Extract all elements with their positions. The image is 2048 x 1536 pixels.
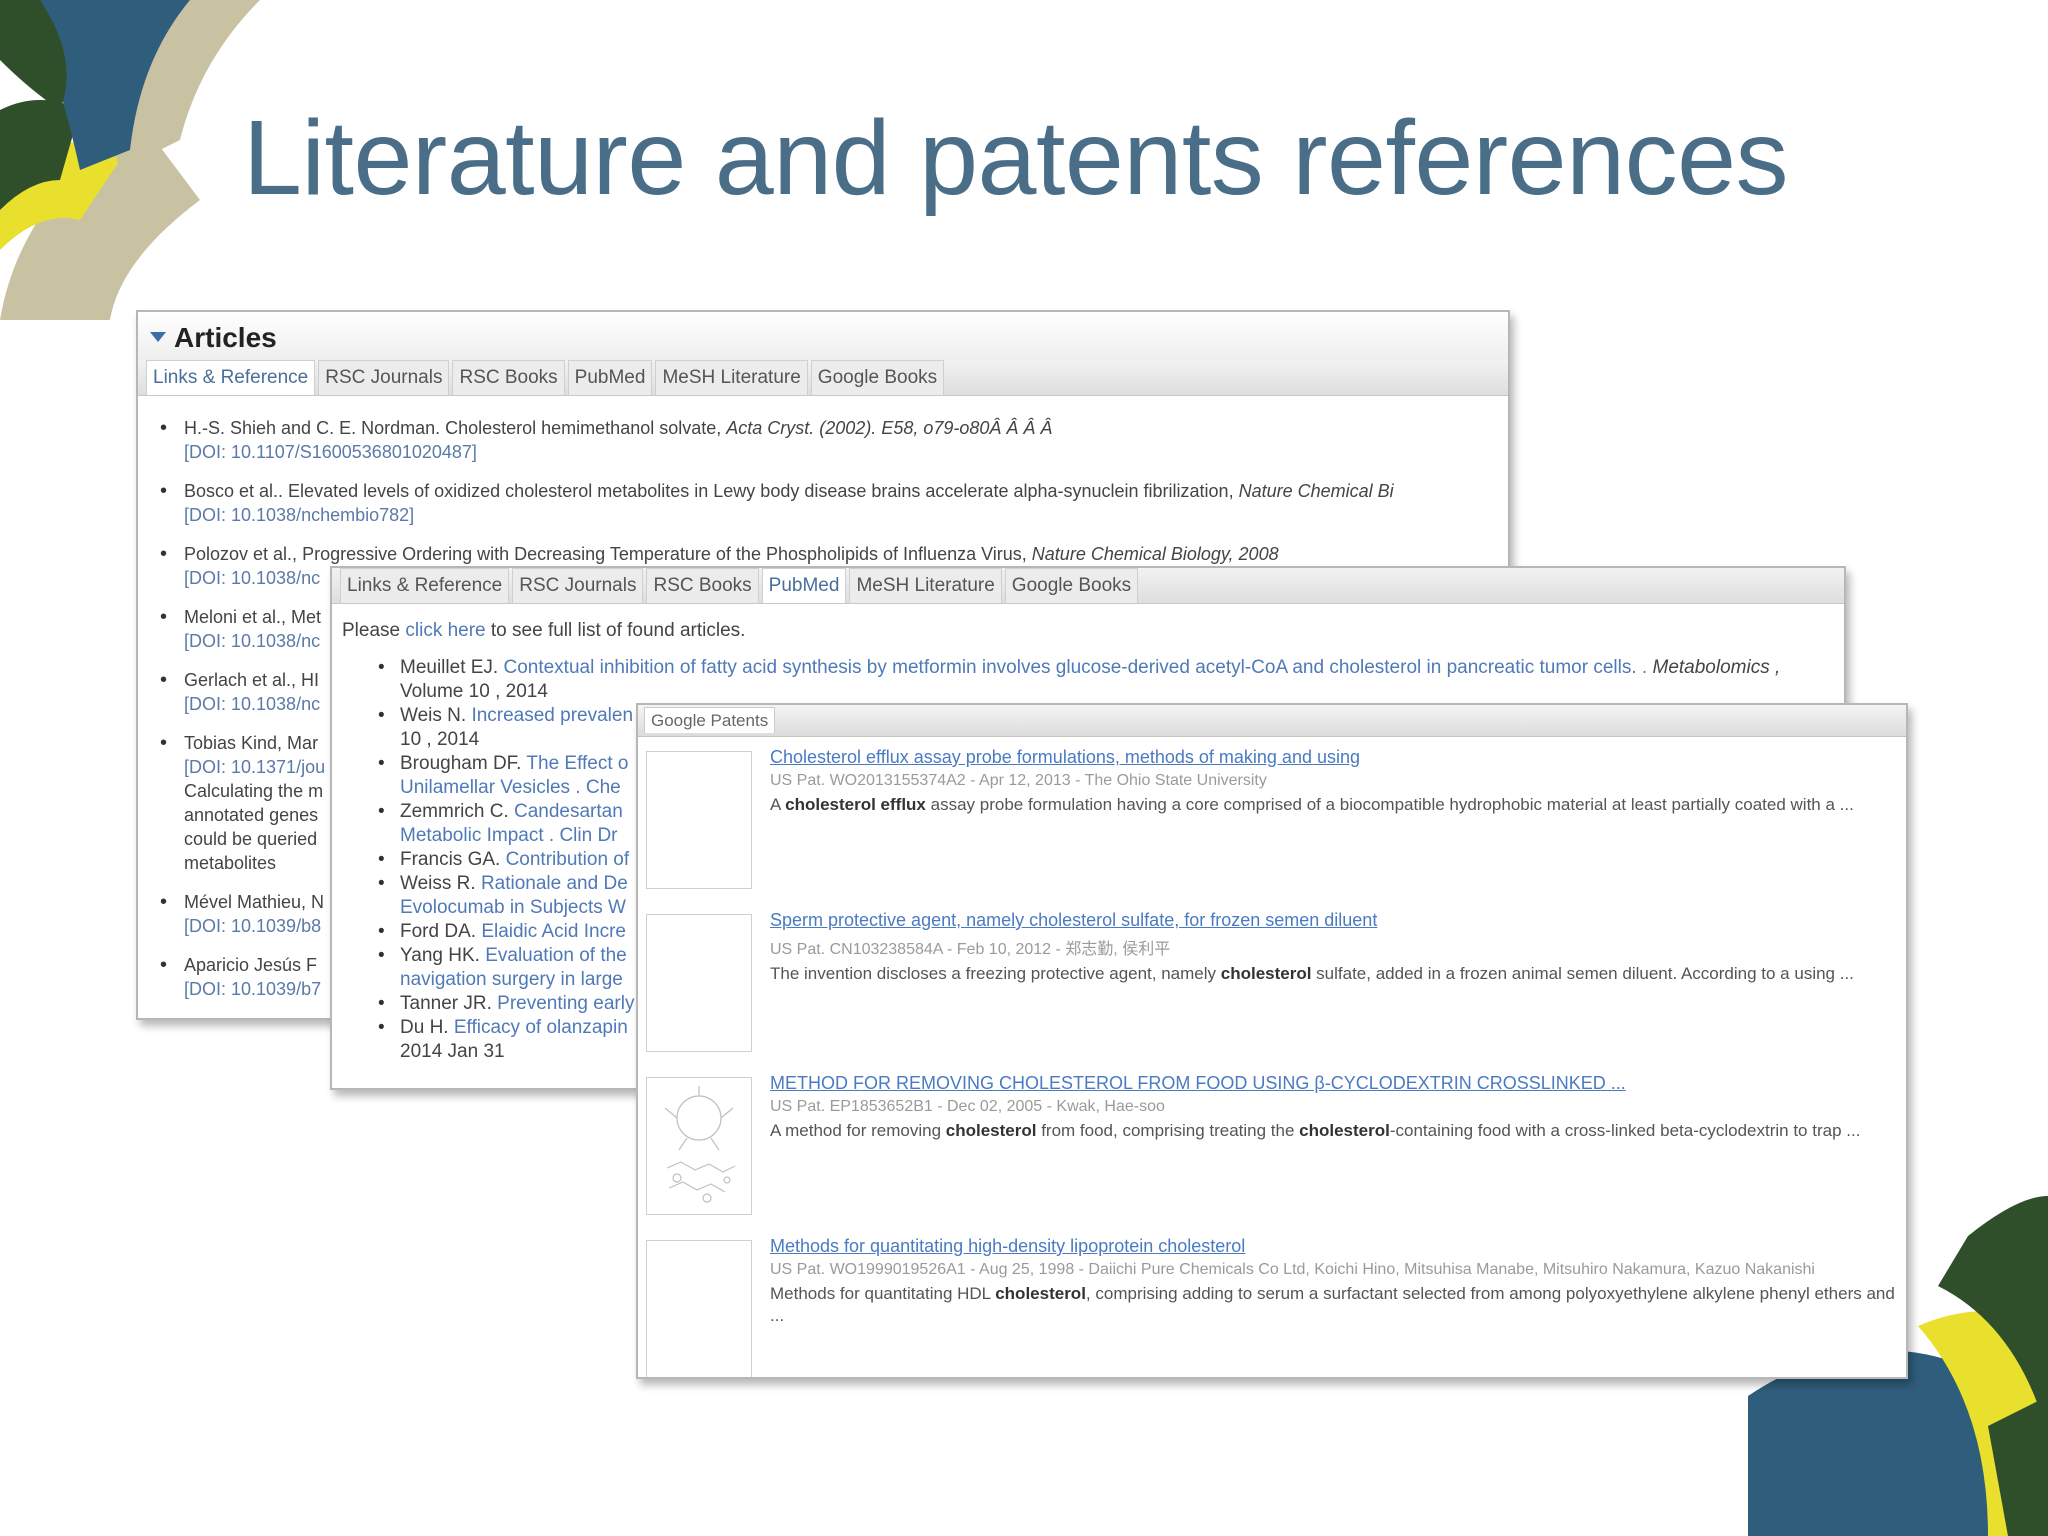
pm-title-link[interactable]: Increased prevalen <box>471 705 633 726</box>
snippet-text: The invention discloses a freezing prote… <box>770 964 1221 983</box>
pm-title-link[interactable]: Preventing early <box>497 993 634 1014</box>
snippet-text: A <box>770 795 786 814</box>
patent-result: Cholesterol efflux assay probe formulati… <box>638 737 1906 900</box>
patents-panel: Google Patents Cholesterol efflux assay … <box>636 703 1908 1379</box>
pm-title-link[interactable]: Elaidic Acid Incre <box>481 921 626 942</box>
patent-thumbnail[interactable] <box>646 751 752 889</box>
patent-snippet: A cholesterol efflux assay probe formula… <box>770 794 1898 816</box>
ref-journal: Nature Chemical Bi <box>1238 481 1394 501</box>
tab-pubmed[interactable]: PubMed <box>761 568 847 603</box>
ref-text: Polozov et al., Progressive Ordering wit… <box>184 544 1032 564</box>
tab-links-reference[interactable]: Links & Reference <box>146 360 316 395</box>
ref-text: Meloni et al., Met <box>184 607 322 627</box>
list-item: Bosco et al.. Elevated levels of oxidize… <box>160 479 1508 527</box>
ref-text: H.-S. Shieh and C. E. Nordman. Cholester… <box>184 418 727 438</box>
pubmed-notice: Please click here to see full list of fo… <box>332 604 1844 656</box>
doi-link[interactable]: [DOI: 10.1107/S1600536801020487] <box>184 440 1508 464</box>
snippet-text: assay probe formulation having a core co… <box>925 795 1854 814</box>
pm-journal: Metabolomics , <box>1647 657 1781 678</box>
tab-rsc-journals[interactable]: RSC Journals <box>512 568 644 603</box>
patent-result: Methods for quantitating high-density li… <box>638 1226 1906 1377</box>
articles-header-label: Articles <box>174 322 277 353</box>
pm-author: Francis GA. <box>400 849 506 870</box>
tab-mesh-literature[interactable]: MeSH Literature <box>849 568 1002 603</box>
patent-result: METHOD FOR REMOVING CHOLESTEROL FROM FOO… <box>638 1063 1906 1226</box>
slide-title: Literature and patents references <box>243 99 1789 217</box>
doi-link[interactable]: [DOI: 10.1038/nchembio782] <box>184 503 1508 527</box>
pm-title-link[interactable]: Rationale and De <box>481 873 628 894</box>
snippet-highlight: cholesterol efflux <box>785 795 926 814</box>
snippet-text: sulfate, added in a frozen animal semen … <box>1311 964 1854 983</box>
ref-journal: Acta Cryst. (2002). E58, o79-o80Â Â Â Â <box>726 418 1053 438</box>
list-item: H.-S. Shieh and C. E. Nordman. Cholester… <box>160 416 1508 464</box>
tab-google-books[interactable]: Google Books <box>810 360 945 395</box>
patent-meta: US Pat. WO1999019526A1 - Aug 25, 1998 - … <box>770 1261 1815 1278</box>
notice-text: to see full list of found articles. <box>485 620 746 641</box>
pm-cont: Volume 10 , 2014 <box>400 681 548 702</box>
articles-tabbar: Links & Reference RSC Journals RSC Books… <box>138 360 1508 396</box>
patent-title-link[interactable]: Methods for quantitating high-density li… <box>770 1236 1898 1257</box>
tab-rsc-books[interactable]: RSC Books <box>452 360 565 395</box>
snippet-highlight: cholesterol <box>945 1121 1037 1140</box>
snippet-text: -containing food with a cross-linked bet… <box>1389 1121 1861 1140</box>
pm-title-link[interactable]: Evaluation of the <box>485 945 627 966</box>
ref-journal: Nature Chemical Biology, 2008 <box>1031 544 1279 564</box>
patent-meta: US Pat. EP1853652B1 - Dec 02, 2005 - Kwa… <box>770 1098 1165 1115</box>
tab-links-reference[interactable]: Links & Reference <box>340 568 510 603</box>
click-here-link[interactable]: click here <box>405 620 485 641</box>
pm-author: Zemmrich C. <box>400 801 514 822</box>
pm-title-link[interactable]: Efficacy of olanzapin <box>454 1017 628 1038</box>
pm-author: Tanner JR. <box>400 993 498 1014</box>
patent-snippet: The invention discloses a freezing prote… <box>770 963 1898 985</box>
notice-text: Please <box>342 620 406 641</box>
patent-snippet: A method for removing cholesterol from f… <box>770 1120 1898 1142</box>
tab-mesh-literature[interactable]: MeSH Literature <box>655 360 808 395</box>
pm-title-link[interactable]: The Effect o <box>526 753 628 774</box>
pubmed-tabbar: Links & Reference RSC Journals RSC Books… <box>332 568 1844 604</box>
patent-thumbnail[interactable] <box>646 914 752 1052</box>
patent-thumbnail[interactable] <box>646 1077 752 1215</box>
tab-google-books[interactable]: Google Books <box>1004 568 1139 603</box>
ref-text: Mével Mathieu, N <box>184 892 325 912</box>
ref-text: Bosco et al.. Elevated levels of oxidize… <box>184 481 1239 501</box>
snippet-text: from food, comprising treating the <box>1036 1121 1300 1140</box>
pm-title-link[interactable]: Contribution of <box>506 849 630 870</box>
snippet-highlight: cholesterol <box>1220 964 1312 983</box>
snippet-highlight: cholesterol <box>995 1284 1086 1303</box>
patent-snippet: Methods for quantitating HDL cholesterol… <box>770 1283 1898 1327</box>
ref-text: Gerlach et al., HI <box>184 670 320 690</box>
patent-title-link[interactable]: Cholesterol efflux assay probe formulati… <box>770 747 1898 768</box>
tab-rsc-journals[interactable]: RSC Journals <box>318 360 450 395</box>
tab-google-patents[interactable]: Google Patents <box>644 707 776 733</box>
patent-result: Sperm protective agent, namely cholester… <box>638 900 1906 1063</box>
patents-tabbar: Google Patents <box>638 705 1906 737</box>
snippet-highlight: cholesterol <box>1299 1121 1390 1140</box>
pm-author: Weiss R. <box>400 873 481 894</box>
snippet-text: A method for removing <box>770 1121 946 1140</box>
patent-title-link[interactable]: METHOD FOR REMOVING CHOLESTEROL FROM FOO… <box>770 1073 1898 1094</box>
corner-decoration-top-left <box>0 0 260 320</box>
tab-pubmed[interactable]: PubMed <box>567 360 653 395</box>
pm-author: Meuillet EJ. <box>400 657 504 678</box>
pm-author: Brougham DF. <box>400 753 527 774</box>
pm-title-link[interactable]: Candesartan <box>514 801 623 822</box>
pm-author: Du H. <box>400 1017 454 1038</box>
pm-title-link[interactable]: Contextual inhibition of fatty acid synt… <box>503 657 1647 678</box>
snippet-text: Methods for quantitating HDL <box>770 1284 996 1303</box>
ref-text: Tobias Kind, Mar <box>184 733 319 753</box>
tab-rsc-books[interactable]: RSC Books <box>646 568 759 603</box>
pm-author: Weis N. <box>400 705 472 726</box>
articles-header[interactable]: Articles <box>138 312 1508 360</box>
pm-author: Yang HK. <box>400 945 486 966</box>
list-item: Meuillet EJ. Contextual inhibition of fa… <box>378 656 1844 704</box>
patent-meta: US Pat. CN103238584A - Feb 10, 2012 - 郑志… <box>770 941 1171 958</box>
patent-thumbnail[interactable] <box>646 1240 752 1377</box>
ref-text: Aparicio Jesús F <box>184 955 318 975</box>
structure-drawing-icon <box>664 1086 736 1203</box>
patent-meta: US Pat. WO2013155374A2 - Apr 12, 2013 - … <box>770 772 1267 789</box>
pm-author: Ford DA. <box>400 921 482 942</box>
patent-title-link[interactable]: Sperm protective agent, namely cholester… <box>770 910 1898 931</box>
collapse-triangle-icon[interactable] <box>150 331 166 342</box>
